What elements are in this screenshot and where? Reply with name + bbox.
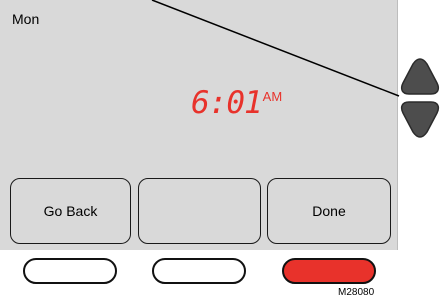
softkey-indicator-blank bbox=[152, 258, 246, 284]
thermostat-diagram: Mon 6:01 AM Go Back Done M28080 bbox=[0, 0, 442, 300]
up-arrow-icon[interactable] bbox=[399, 56, 441, 98]
blank-softkey-button[interactable] bbox=[138, 178, 261, 244]
day-label: Mon bbox=[12, 11, 40, 27]
down-arrow-icon[interactable] bbox=[399, 98, 441, 140]
clock-time: 6:01 bbox=[191, 85, 263, 121]
done-button[interactable]: Done bbox=[267, 178, 391, 244]
clock-ampm: AM bbox=[262, 89, 283, 104]
softkey-indicator-done bbox=[282, 258, 376, 284]
softkey-indicator-go-back bbox=[23, 258, 117, 284]
go-back-button[interactable]: Go Back bbox=[10, 178, 131, 244]
clock-display: 6:01 AM bbox=[191, 86, 282, 120]
figure-code: M28080 bbox=[338, 287, 375, 298]
thermostat-screen: Mon 6:01 AM Go Back Done bbox=[0, 0, 398, 250]
